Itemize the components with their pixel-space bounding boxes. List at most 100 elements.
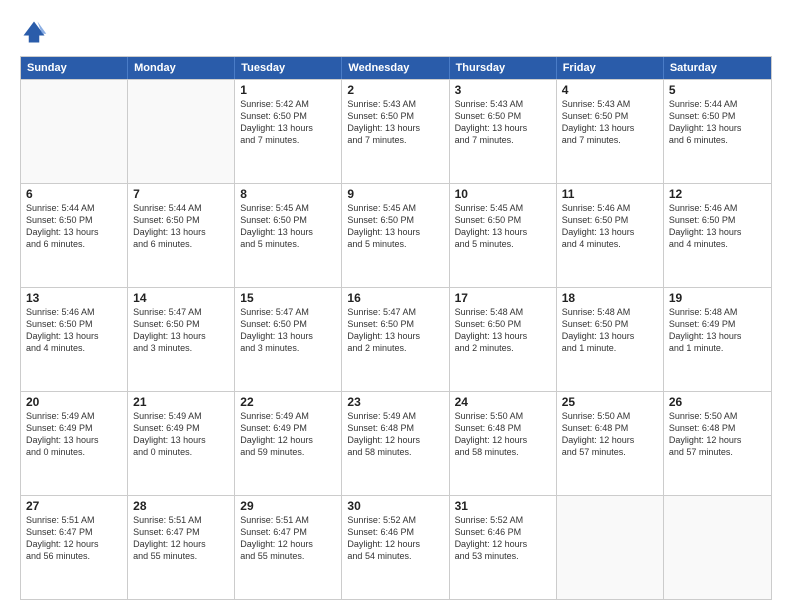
header-tuesday: Tuesday <box>235 57 342 79</box>
cal-cell-empty-0-1 <box>128 80 235 183</box>
cell-line: Sunset: 6:50 PM <box>347 110 443 122</box>
day-number: 25 <box>562 395 658 409</box>
cell-line: Sunrise: 5:44 AM <box>26 202 122 214</box>
header-thursday: Thursday <box>450 57 557 79</box>
cell-line: Sunrise: 5:50 AM <box>455 410 551 422</box>
cell-line: Daylight: 13 hours <box>133 330 229 342</box>
cell-line: Sunset: 6:50 PM <box>133 214 229 226</box>
cell-line: Daylight: 13 hours <box>240 330 336 342</box>
day-number: 4 <box>562 83 658 97</box>
day-number: 11 <box>562 187 658 201</box>
cell-line: Sunrise: 5:51 AM <box>240 514 336 526</box>
cell-line: Daylight: 13 hours <box>26 330 122 342</box>
cal-row-3: 20Sunrise: 5:49 AMSunset: 6:49 PMDayligh… <box>21 391 771 495</box>
cell-line: Sunset: 6:49 PM <box>133 422 229 434</box>
cell-line: Daylight: 12 hours <box>26 538 122 550</box>
cell-line: and 6 minutes. <box>26 238 122 250</box>
cell-line: Sunset: 6:50 PM <box>669 214 766 226</box>
cell-line: and 55 minutes. <box>240 550 336 562</box>
day-number: 18 <box>562 291 658 305</box>
cal-cell-22: 22Sunrise: 5:49 AMSunset: 6:49 PMDayligh… <box>235 392 342 495</box>
cal-cell-13: 13Sunrise: 5:46 AMSunset: 6:50 PMDayligh… <box>21 288 128 391</box>
day-number: 1 <box>240 83 336 97</box>
cell-line: Sunrise: 5:43 AM <box>347 98 443 110</box>
cal-cell-14: 14Sunrise: 5:47 AMSunset: 6:50 PMDayligh… <box>128 288 235 391</box>
day-number: 8 <box>240 187 336 201</box>
cell-line: Sunrise: 5:45 AM <box>240 202 336 214</box>
cell-line: Sunset: 6:50 PM <box>26 318 122 330</box>
cell-line: and 59 minutes. <box>240 446 336 458</box>
cell-line: Sunset: 6:48 PM <box>562 422 658 434</box>
day-number: 26 <box>669 395 766 409</box>
cell-line: Sunrise: 5:48 AM <box>562 306 658 318</box>
cell-line: Sunrise: 5:46 AM <box>669 202 766 214</box>
cell-line: Daylight: 12 hours <box>455 538 551 550</box>
cell-line: Sunset: 6:50 PM <box>240 110 336 122</box>
cell-line: Daylight: 13 hours <box>240 122 336 134</box>
cal-cell-5: 5Sunrise: 5:44 AMSunset: 6:50 PMDaylight… <box>664 80 771 183</box>
cell-line: Daylight: 13 hours <box>347 330 443 342</box>
cell-line: Sunset: 6:50 PM <box>455 110 551 122</box>
cell-line: Sunrise: 5:49 AM <box>133 410 229 422</box>
cell-line: and 3 minutes. <box>240 342 336 354</box>
cell-line: and 5 minutes. <box>240 238 336 250</box>
logo <box>20 18 52 46</box>
day-number: 10 <box>455 187 551 201</box>
cell-line: and 0 minutes. <box>133 446 229 458</box>
cal-cell-26: 26Sunrise: 5:50 AMSunset: 6:48 PMDayligh… <box>664 392 771 495</box>
cell-line: Sunrise: 5:44 AM <box>669 98 766 110</box>
cell-line: Sunrise: 5:46 AM <box>562 202 658 214</box>
day-number: 24 <box>455 395 551 409</box>
cal-cell-31: 31Sunrise: 5:52 AMSunset: 6:46 PMDayligh… <box>450 496 557 599</box>
cell-line: and 1 minute. <box>562 342 658 354</box>
cal-row-2: 13Sunrise: 5:46 AMSunset: 6:50 PMDayligh… <box>21 287 771 391</box>
cell-line: Sunset: 6:50 PM <box>562 214 658 226</box>
cell-line: Sunset: 6:49 PM <box>26 422 122 434</box>
day-number: 14 <box>133 291 229 305</box>
cal-cell-empty-4-6 <box>664 496 771 599</box>
cell-line: Sunset: 6:50 PM <box>455 318 551 330</box>
cell-line: and 55 minutes. <box>133 550 229 562</box>
calendar-body: 1Sunrise: 5:42 AMSunset: 6:50 PMDaylight… <box>21 79 771 599</box>
cell-line: Sunrise: 5:50 AM <box>562 410 658 422</box>
cell-line: Daylight: 12 hours <box>240 538 336 550</box>
cell-line: Daylight: 13 hours <box>347 226 443 238</box>
cal-cell-19: 19Sunrise: 5:48 AMSunset: 6:49 PMDayligh… <box>664 288 771 391</box>
cal-row-4: 27Sunrise: 5:51 AMSunset: 6:47 PMDayligh… <box>21 495 771 599</box>
cell-line: Daylight: 13 hours <box>455 226 551 238</box>
day-number: 12 <box>669 187 766 201</box>
cell-line: and 7 minutes. <box>347 134 443 146</box>
cell-line: Sunrise: 5:47 AM <box>133 306 229 318</box>
cell-line: Sunrise: 5:43 AM <box>455 98 551 110</box>
cal-cell-8: 8Sunrise: 5:45 AMSunset: 6:50 PMDaylight… <box>235 184 342 287</box>
cell-line: and 2 minutes. <box>455 342 551 354</box>
cal-cell-18: 18Sunrise: 5:48 AMSunset: 6:50 PMDayligh… <box>557 288 664 391</box>
cell-line: and 57 minutes. <box>669 446 766 458</box>
cell-line: Sunrise: 5:43 AM <box>562 98 658 110</box>
cell-line: Sunrise: 5:48 AM <box>455 306 551 318</box>
day-number: 13 <box>26 291 122 305</box>
cell-line: Sunrise: 5:45 AM <box>347 202 443 214</box>
cell-line: Daylight: 12 hours <box>455 434 551 446</box>
cal-cell-21: 21Sunrise: 5:49 AMSunset: 6:49 PMDayligh… <box>128 392 235 495</box>
cell-line: Daylight: 12 hours <box>240 434 336 446</box>
cell-line: Sunrise: 5:47 AM <box>240 306 336 318</box>
cell-line: Sunset: 6:50 PM <box>455 214 551 226</box>
cell-line: Sunset: 6:47 PM <box>133 526 229 538</box>
day-number: 6 <box>26 187 122 201</box>
logo-icon <box>20 18 48 46</box>
cell-line: Sunrise: 5:52 AM <box>347 514 443 526</box>
cell-line: Sunset: 6:47 PM <box>26 526 122 538</box>
calendar: SundayMondayTuesdayWednesdayThursdayFrid… <box>20 56 772 600</box>
cell-line: Sunrise: 5:42 AM <box>240 98 336 110</box>
day-number: 2 <box>347 83 443 97</box>
day-number: 22 <box>240 395 336 409</box>
cell-line: Sunset: 6:48 PM <box>347 422 443 434</box>
cal-row-1: 6Sunrise: 5:44 AMSunset: 6:50 PMDaylight… <box>21 183 771 287</box>
day-number: 20 <box>26 395 122 409</box>
cell-line: Sunset: 6:48 PM <box>455 422 551 434</box>
cell-line: Sunset: 6:50 PM <box>26 214 122 226</box>
cell-line: Sunrise: 5:44 AM <box>133 202 229 214</box>
header-friday: Friday <box>557 57 664 79</box>
cell-line: Sunrise: 5:45 AM <box>455 202 551 214</box>
